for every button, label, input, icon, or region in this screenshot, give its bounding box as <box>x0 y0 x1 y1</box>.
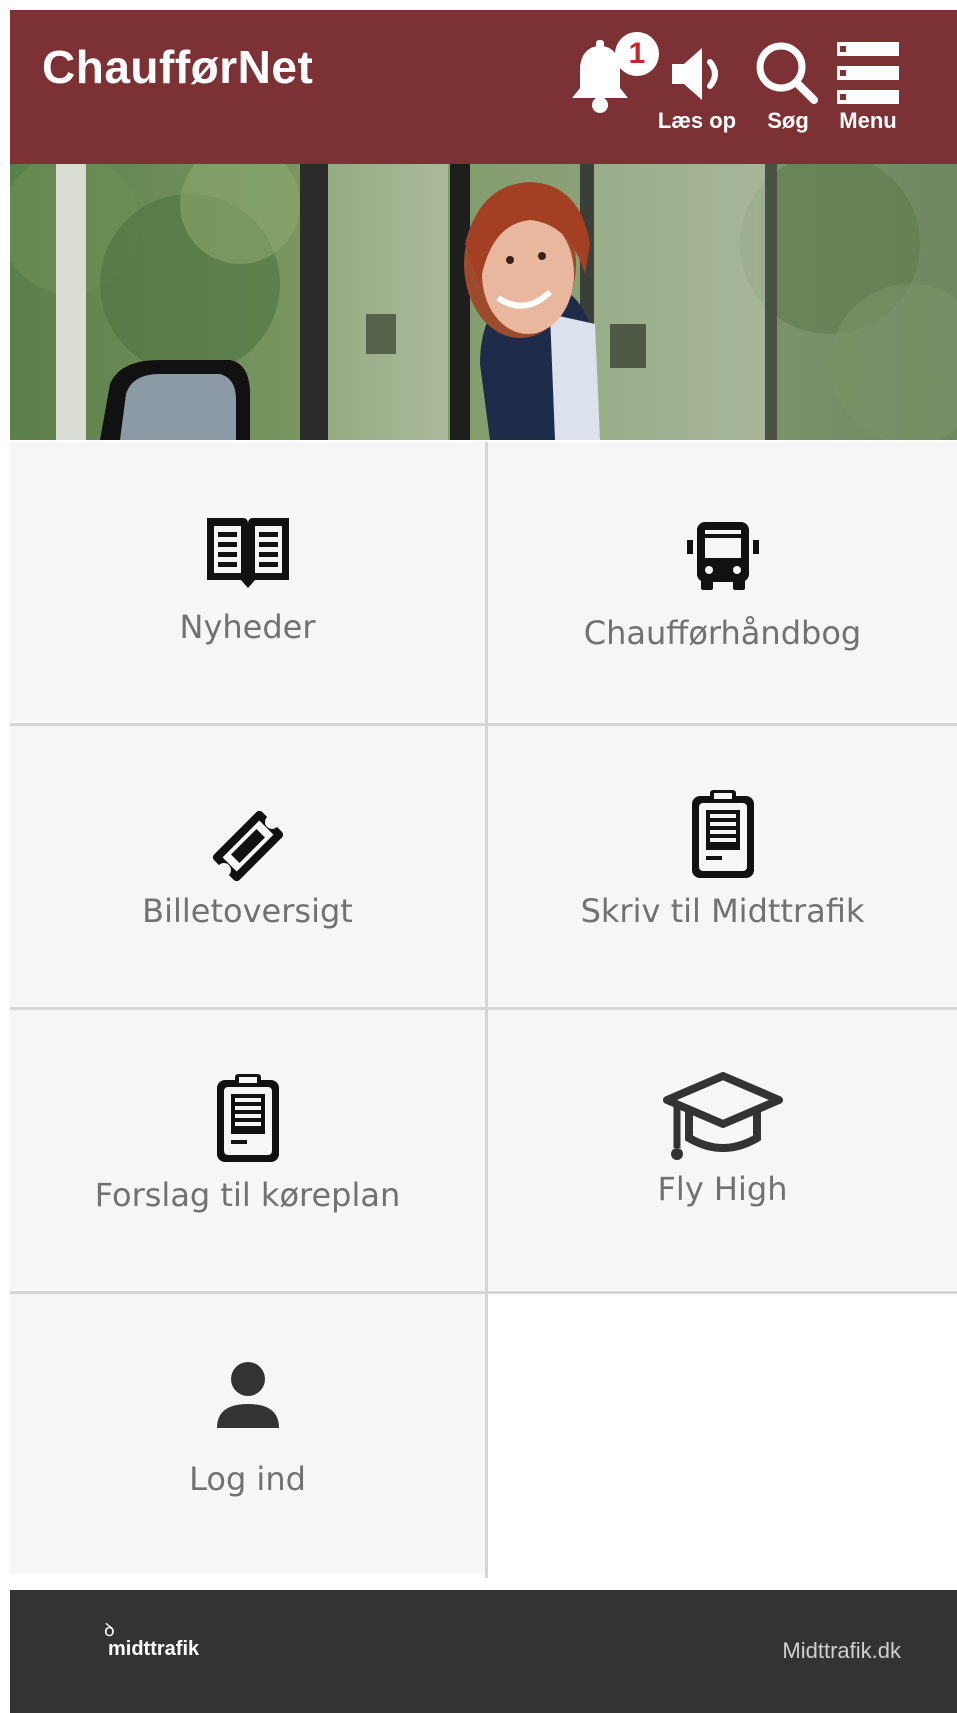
site-title[interactable]: ChaufførNet <box>42 40 313 94</box>
clipboard-icon <box>488 788 957 886</box>
search-icon <box>756 42 818 104</box>
grid-divider <box>10 1291 957 1294</box>
tile-fly-high[interactable]: Fly High <box>488 1010 957 1290</box>
user-icon <box>10 1360 485 1434</box>
tile-label: Skriv til Midttrafik <box>580 892 865 930</box>
ticket-icon <box>10 806 485 890</box>
logo-text: midttrafik <box>108 1638 200 1660</box>
read-aloud-label: Læs op <box>657 108 737 133</box>
tile-chauffoerhaandbog[interactable]: Chaufførhåndbog <box>488 442 957 722</box>
grid-divider <box>10 723 957 726</box>
footer: ꝺ midttrafik Midttrafik.dk <box>10 1590 957 1713</box>
graduation-cap-icon <box>488 1072 957 1172</box>
grid-divider <box>10 1007 957 1010</box>
clipboard-icon <box>10 1072 485 1170</box>
menu-button[interactable]: Menu <box>830 28 906 148</box>
tile-label: Log ind <box>189 1460 306 1498</box>
search-label: Søg <box>767 108 809 133</box>
tile-billetoversigt[interactable]: Billetoversigt <box>10 726 485 1006</box>
menu-label: Menu <box>839 108 897 133</box>
tile-label: Fly High <box>657 1170 788 1208</box>
hamburger-menu-icon <box>837 42 899 104</box>
search-button[interactable]: Søg <box>750 28 826 148</box>
tile-label: Nyheder <box>179 608 316 646</box>
top-bar: ChaufførNet 1 Læs op Søg Menu <box>10 10 957 164</box>
tile-log-ind[interactable]: Log ind <box>10 1294 485 1574</box>
read-aloud-button[interactable]: Læs op <box>654 28 740 148</box>
notification-badge: 1 <box>615 32 659 76</box>
speaker-icon <box>672 48 718 100</box>
grid-divider <box>485 442 488 1578</box>
tile-label: Forslag til køreplan <box>94 1176 401 1214</box>
tile-label: Billetoversigt <box>142 892 353 930</box>
notifications-button[interactable]: 1 <box>565 28 659 128</box>
open-book-icon <box>10 514 485 594</box>
app-root: ChaufførNet 1 Læs op Søg Menu Nyheder Ch… <box>10 10 957 1713</box>
hero-image <box>10 164 957 440</box>
tile-nyheder[interactable]: Nyheder <box>10 442 485 722</box>
bus-icon <box>488 518 957 596</box>
tile-forslag-til-koereplan[interactable]: Forslag til køreplan <box>10 1010 485 1290</box>
tile-skriv-til-midttrafik[interactable]: Skriv til Midttrafik <box>488 726 957 1006</box>
midttrafik-link[interactable]: Midttrafik.dk <box>782 1638 901 1664</box>
tile-label: Chaufførhåndbog <box>583 614 862 652</box>
